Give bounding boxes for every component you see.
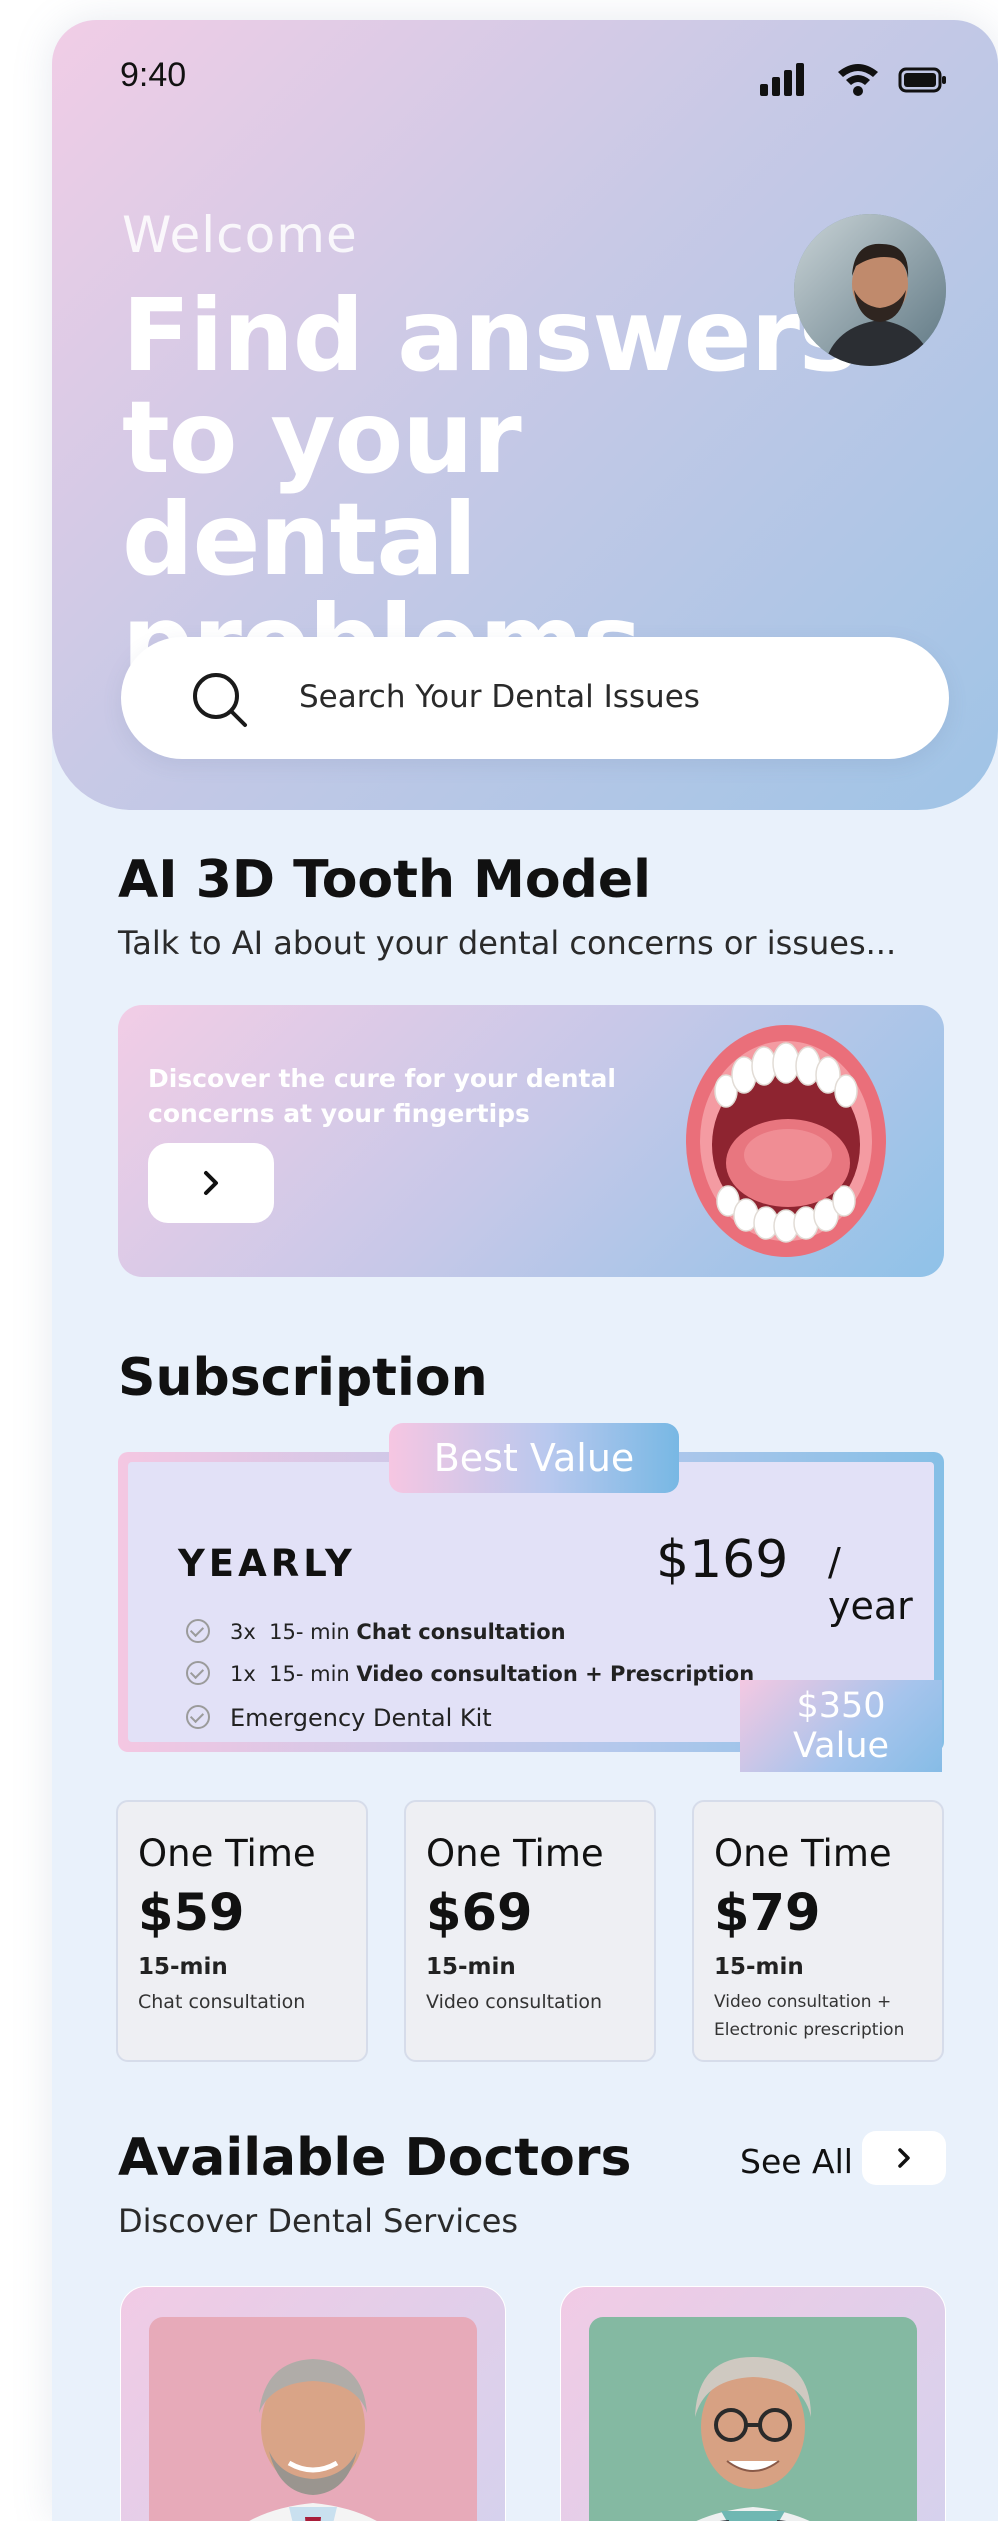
one-time-title: One Time <box>138 1832 316 1875</box>
see-all-link[interactable]: See All <box>740 2142 853 2181</box>
doctors-subtitle: Discover Dental Services <box>118 2202 519 2240</box>
wifi-icon <box>838 64 878 96</box>
one-time-duration: 15-min <box>714 1954 804 1980</box>
battery-icon <box>898 67 946 93</box>
signal-icon <box>760 63 804 96</box>
user-avatar-image <box>794 214 946 366</box>
ai-card-open-button[interactable] <box>148 1143 274 1223</box>
doctor-card[interactable] <box>560 2286 946 2521</box>
one-time-description: Video consultation <box>426 1991 603 2013</box>
one-time-card-video[interactable]: One Time $69 15-min Video consultation <box>404 1800 656 2062</box>
check-circle-icon <box>186 1705 210 1729</box>
one-time-duration: 15-min <box>138 1954 228 1980</box>
doctor-photo <box>149 2317 477 2521</box>
plan-feature: 3x 15- min Chat consultation <box>186 1619 566 1645</box>
chevron-right-icon <box>204 1171 218 1195</box>
ai-model-subtitle: Talk to AI about your dental concerns or… <box>118 924 897 962</box>
page-headline: Find answers to your dental problems <box>122 277 858 693</box>
app-screen: 9:40 Welcome Find answers to your dental… <box>52 20 998 2521</box>
see-all-button[interactable] <box>862 2131 946 2185</box>
doctor-photo <box>589 2317 917 2521</box>
search-placeholder: Search Your Dental Issues <box>299 679 700 715</box>
one-time-price: $69 <box>426 1884 533 1943</box>
one-time-card-video-prescription[interactable]: One Time $79 15-min Video consultation +… <box>692 1800 944 2062</box>
ai-card-text: Discover the cure for your dental concer… <box>148 1064 616 1128</box>
one-time-price: $79 <box>714 1884 821 1943</box>
user-avatar[interactable] <box>794 214 946 366</box>
best-value-badge: Best Value <box>389 1423 679 1493</box>
welcome-text: Welcome <box>122 206 358 264</box>
plan-feature: 1x 15- min Video consultation + Prescrip… <box>186 1661 754 1687</box>
doctor-portrait <box>149 2317 477 2521</box>
plan-value-badge: $350 Value <box>740 1680 942 1772</box>
one-time-price: $59 <box>138 1884 245 1943</box>
hero-header: 9:40 Welcome Find answers to your dental… <box>52 20 998 810</box>
status-time: 9:40 <box>120 56 187 94</box>
status-icons <box>760 63 946 96</box>
check-circle-icon <box>186 1619 210 1643</box>
one-time-title: One Time <box>714 1832 892 1875</box>
plan-value-amount: $350 <box>796 1686 886 1726</box>
doctor-card[interactable] <box>120 2286 506 2521</box>
doctor-portrait <box>589 2317 917 2521</box>
plan-name: YEARLY <box>178 1542 356 1585</box>
one-time-duration: 15-min <box>426 1954 516 1980</box>
one-time-description: Video consultation + Electronic prescrip… <box>714 1992 905 2040</box>
plan-period: / year <box>828 1540 913 1628</box>
open-mouth-illustration <box>686 1025 886 1257</box>
check-circle-icon <box>186 1661 210 1685</box>
ai-model-card[interactable]: Discover the cure for your dental concer… <box>118 1005 944 1277</box>
plan-feature: Emergency Dental Kit <box>186 1704 492 1732</box>
one-time-title: One Time <box>426 1832 604 1875</box>
search-icon <box>193 673 247 727</box>
chevron-right-icon <box>898 2148 910 2168</box>
one-time-card-chat[interactable]: One Time $59 15-min Chat consultation <box>116 1800 368 2062</box>
plan-price: $169 <box>656 1530 789 1590</box>
search-bar[interactable]: Search Your Dental Issues <box>121 637 949 759</box>
subscription-title: Subscription <box>118 1348 488 1408</box>
doctors-title: Available Doctors <box>118 2128 632 2188</box>
plan-value-label: Value <box>792 1726 890 1766</box>
ai-model-title: AI 3D Tooth Model <box>118 850 651 910</box>
one-time-description: Chat consultation <box>138 1991 306 2013</box>
